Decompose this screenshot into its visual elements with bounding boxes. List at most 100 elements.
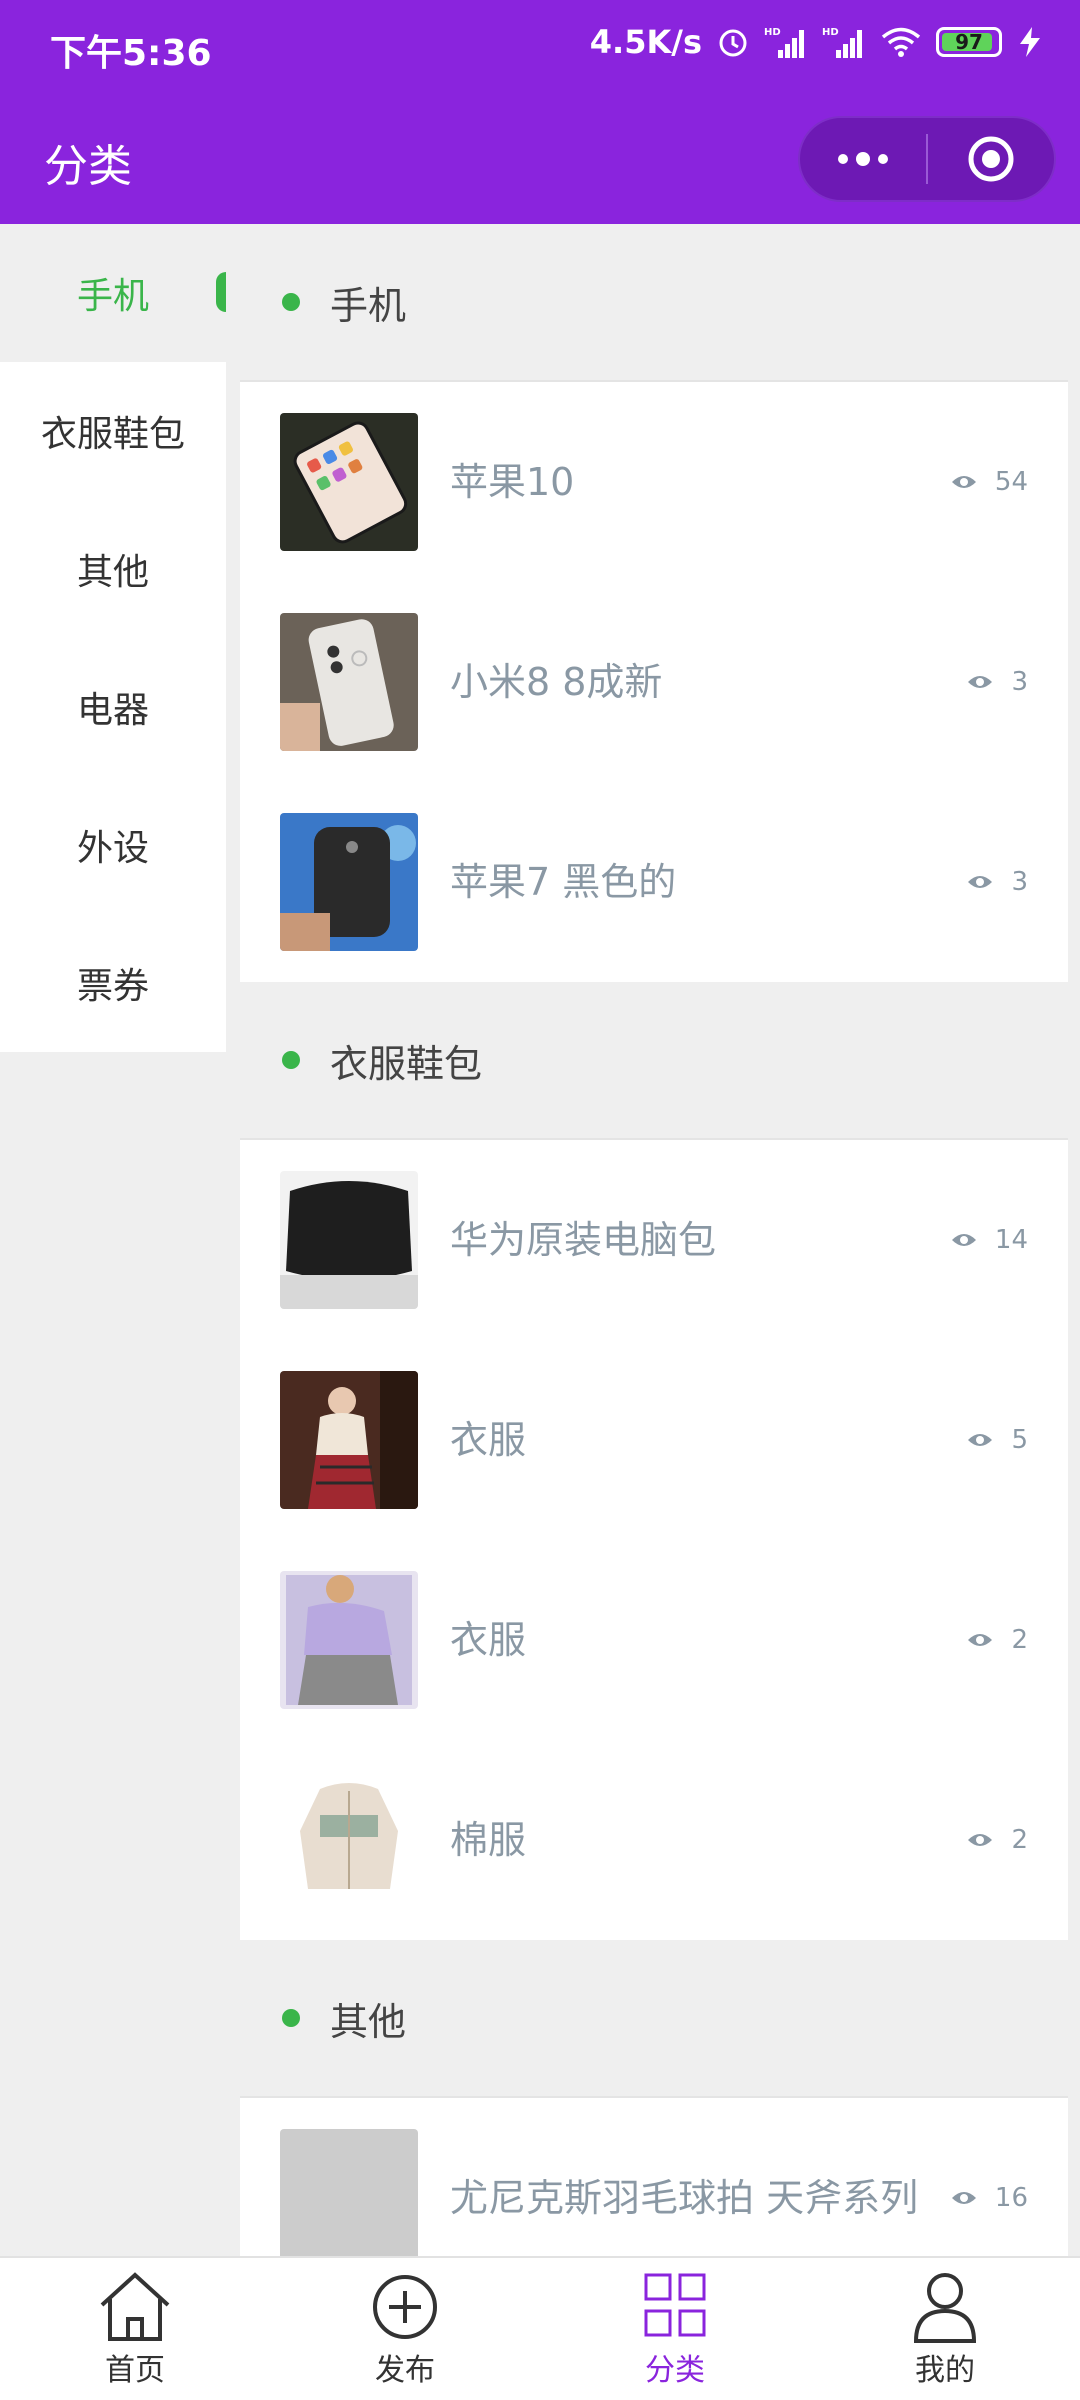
sidebar-item-label: 衣服鞋包 <box>40 414 185 455</box>
sidebar-item-label: 票券 <box>76 966 149 1007</box>
view-count-value: 5 <box>1011 1425 1028 1455</box>
charging-icon <box>1016 22 1044 62</box>
tab-me[interactable]: 我的 <box>810 2258 1080 2400</box>
list-item[interactable]: 衣服 5 <box>240 1340 1068 1540</box>
miniprogram-capsule <box>798 116 1056 202</box>
view-count: 2 <box>967 1625 1028 1655</box>
status-bar: 下午5:36 4.5K/s HD HD 97 <box>0 0 1080 92</box>
sidebar-item-tickets[interactable]: 票券 <box>0 914 226 1052</box>
category-sidebar: 手机 衣服鞋包 其他 电器 外设 票券 <box>0 224 226 1052</box>
product-thumbnail <box>280 1771 418 1909</box>
product-thumbnail <box>280 613 418 751</box>
view-count: 3 <box>967 667 1028 697</box>
tab-label: 发布 <box>375 2353 435 2388</box>
view-count: 54 <box>951 467 1028 497</box>
sidebar-item-phone[interactable]: 手机 <box>0 224 226 362</box>
home-icon <box>100 2272 170 2341</box>
product-thumbnail <box>280 2129 418 2256</box>
view-count: 2 <box>967 1825 1028 1855</box>
sidebar-item-label: 外设 <box>76 828 149 869</box>
view-count: 5 <box>967 1425 1028 1455</box>
plus-circle-icon <box>373 2275 437 2339</box>
battery-icon: 97 <box>936 27 1002 57</box>
section-dot <box>282 1051 300 1069</box>
list-item[interactable]: 华为原装电脑包 14 <box>240 1140 1068 1340</box>
section-header-clothing: 衣服鞋包 <box>240 982 1068 1138</box>
tab-label: 我的 <box>915 2353 975 2388</box>
sidebar-item-appliances[interactable]: 电器 <box>0 638 226 776</box>
product-title: 尤尼克斯羽毛球拍 天斧系列 <box>450 2176 919 2220</box>
section-header-phone: 手机 <box>240 224 1068 380</box>
tab-label: 首页 <box>105 2353 165 2388</box>
target-icon <box>968 136 1014 182</box>
status-icons: 4.5K/s HD HD 97 <box>590 22 1044 62</box>
product-thumbnail <box>280 1571 418 1709</box>
tab-home[interactable]: 首页 <box>0 2258 270 2400</box>
net-speed: 4.5K/s <box>589 23 702 61</box>
view-count-value: 16 <box>994 2183 1028 2213</box>
view-count-value: 3 <box>1011 667 1028 697</box>
section-dot <box>282 293 300 311</box>
list-item[interactable]: 小米8 8成新 3 <box>240 582 1068 782</box>
section-list-clothing: 华为原装电脑包 14 衣服 5 衣服 2 棉服 2 <box>240 1138 1068 1940</box>
section-dot <box>282 2009 300 2027</box>
eye-icon <box>968 676 993 688</box>
signal-hd-icon-1: HD <box>764 22 808 62</box>
list-item[interactable]: 尤尼克斯羽毛球拍 天斧系列 16 <box>240 2098 1068 2256</box>
tab-label: 分类 <box>645 2353 705 2388</box>
sidebar-item-label: 其他 <box>76 552 149 593</box>
signal-hd-icon-2: HD <box>822 22 866 62</box>
product-thumbnail <box>280 413 418 551</box>
eye-icon <box>951 2192 976 2204</box>
eye-icon <box>968 1434 993 1446</box>
sidebar-item-peripherals[interactable]: 外设 <box>0 776 226 914</box>
product-title: 棉服 <box>450 1818 527 1862</box>
bottom-tabbar: 首页 发布 分类 我的 <box>0 2256 1080 2400</box>
more-dots-icon <box>838 152 888 166</box>
grid-icon <box>644 2273 706 2337</box>
product-title: 华为原装电脑包 <box>450 1218 717 1262</box>
tab-publish[interactable]: 发布 <box>270 2258 540 2400</box>
alarm-icon <box>716 22 750 62</box>
category-content: 手机 苹果10 54 小米8 8成新 3 苹果7 黑色的 3 衣服鞋包 华为原装… <box>240 224 1068 2256</box>
section-list-other: 尤尼克斯羽毛球拍 天斧系列 16 <box>240 2096 1068 2256</box>
product-thumbnail <box>280 813 418 951</box>
status-time: 下午5:36 <box>50 33 212 74</box>
battery-level: 97 <box>955 30 983 54</box>
section-title: 其他 <box>330 1999 407 2044</box>
view-count-value: 3 <box>1011 867 1028 897</box>
product-title: 衣服 <box>450 1618 527 1662</box>
svg-text:HD: HD <box>822 27 839 38</box>
product-title: 衣服 <box>450 1418 527 1462</box>
view-count-value: 14 <box>994 1225 1028 1255</box>
section-header-other: 其他 <box>240 1940 1068 2096</box>
eye-icon <box>968 876 993 888</box>
eye-icon <box>951 476 976 488</box>
more-button[interactable] <box>800 118 926 200</box>
list-item[interactable]: 苹果7 黑色的 3 <box>240 782 1068 982</box>
view-count: 16 <box>951 2183 1028 2213</box>
product-title: 小米8 8成新 <box>450 660 663 704</box>
section-list-phone: 苹果10 54 小米8 8成新 3 苹果7 黑色的 3 <box>240 380 1068 982</box>
svg-text:HD: HD <box>764 27 781 38</box>
close-target-button[interactable] <box>928 118 1054 200</box>
view-count-value: 2 <box>1011 1825 1028 1855</box>
sidebar-item-clothing[interactable]: 衣服鞋包 <box>0 362 226 500</box>
section-title: 手机 <box>330 283 407 328</box>
user-icon <box>913 2273 977 2343</box>
page-title: 分类 <box>44 141 132 192</box>
section-title: 衣服鞋包 <box>330 1041 483 1086</box>
sidebar-item-other[interactable]: 其他 <box>0 500 226 638</box>
list-item[interactable]: 衣服 2 <box>240 1540 1068 1740</box>
title-bar: 分类 <box>0 92 1080 224</box>
view-count-value: 2 <box>1011 1625 1028 1655</box>
product-title: 苹果10 <box>450 460 575 504</box>
product-title: 苹果7 黑色的 <box>450 860 677 904</box>
eye-icon <box>968 1834 993 1846</box>
product-thumbnail <box>280 1371 418 1509</box>
sidebar-item-label: 电器 <box>76 690 149 731</box>
list-item[interactable]: 棉服 2 <box>240 1740 1068 1940</box>
list-item[interactable]: 苹果10 54 <box>240 382 1068 582</box>
view-count-value: 54 <box>994 467 1028 497</box>
tab-category[interactable]: 分类 <box>540 2258 810 2400</box>
